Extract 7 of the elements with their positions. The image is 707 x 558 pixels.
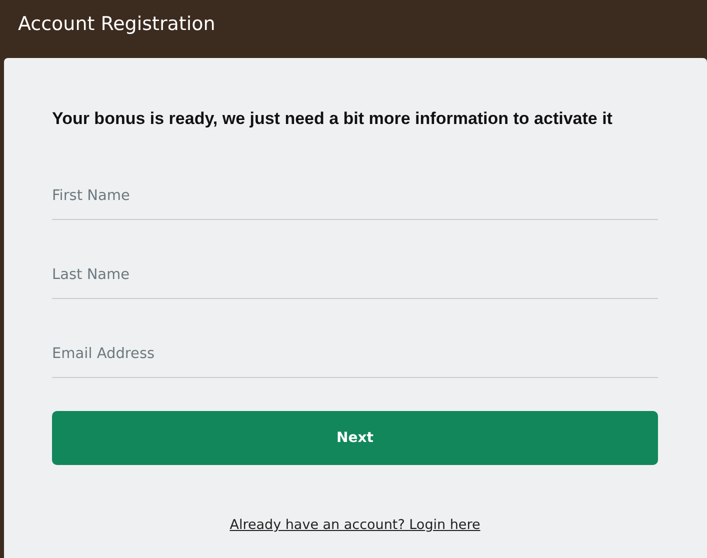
input-field[interactable]: Email Address xyxy=(52,333,658,378)
input-field[interactable]: First Name xyxy=(52,175,658,220)
login-link[interactable]: Already have an account? Login here xyxy=(230,515,480,536)
form-heading: Your bonus is ready, we just need a bit more information to activate it xyxy=(52,108,612,130)
input-field[interactable]: Last Name xyxy=(52,254,658,299)
window-title: Account Registration xyxy=(18,12,216,38)
next-button[interactable]: Next xyxy=(52,411,658,465)
